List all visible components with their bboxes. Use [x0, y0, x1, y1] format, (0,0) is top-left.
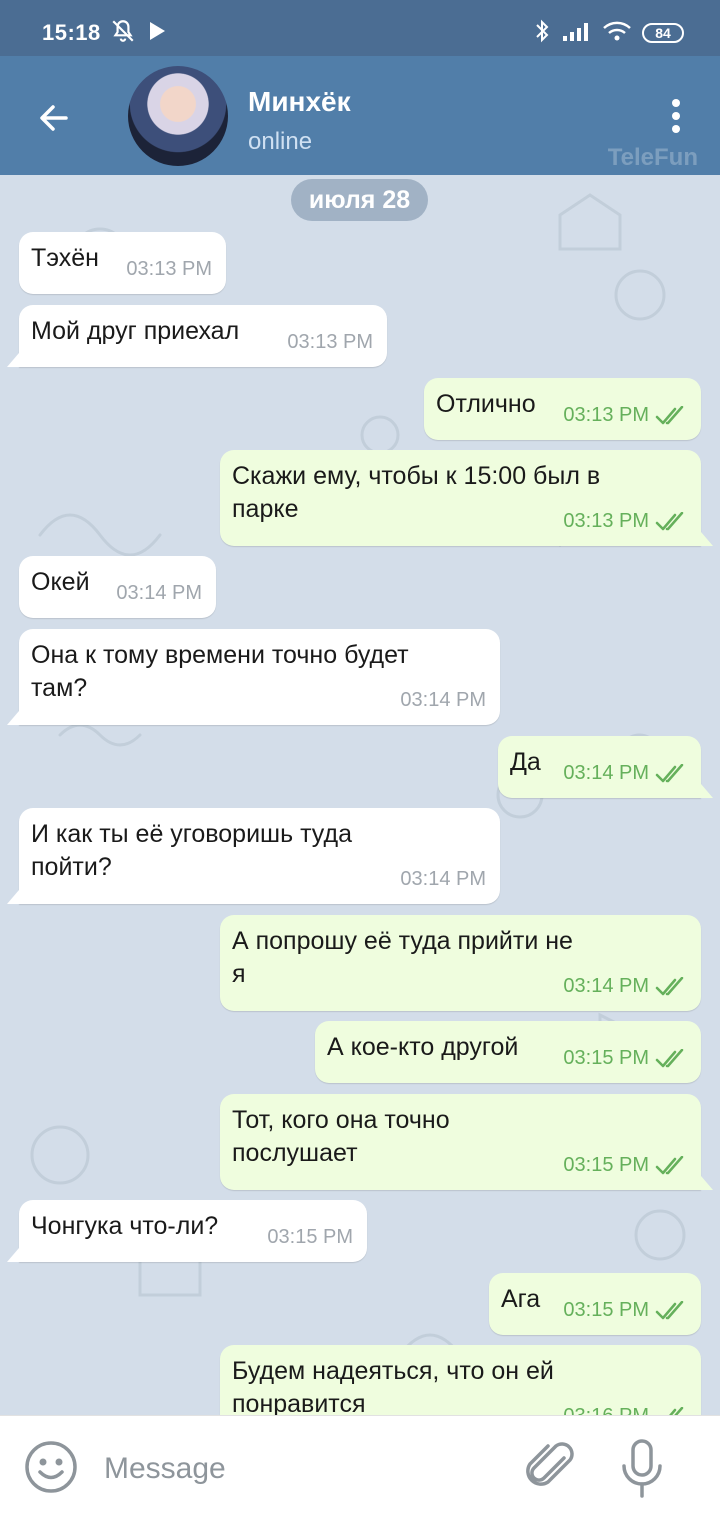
status-bar: 15:18 84 [0, 0, 720, 56]
message-text: Тэхён [31, 244, 99, 272]
message-time: 03:14 PM [563, 975, 649, 997]
message-time: 03:16 PM [563, 1400, 649, 1415]
back-button[interactable] [28, 92, 80, 144]
signal-icon [562, 20, 592, 47]
message-text: Скажи ему, чтобы к 15:00 был в парке [232, 462, 601, 523]
message-text: Отлично [436, 390, 536, 418]
more-vertical-icon [672, 99, 680, 133]
double-check-icon [655, 976, 684, 995]
message-time: 03:14 PM [400, 689, 486, 711]
message-bubble-incoming[interactable]: Мой друг приехал 03:13 PM [7, 305, 387, 367]
message-bubble-outgoing[interactable]: Тот, кого она точно послушает 03:15 PM [220, 1094, 713, 1190]
play-icon [146, 20, 168, 47]
contact-status: online [248, 128, 313, 155]
smile-icon [25, 1441, 77, 1493]
battery-indicator: 84 [642, 23, 684, 43]
double-check-icon [668, 1406, 684, 1415]
date-chip: июля 28 [291, 179, 428, 221]
message-time: 03:14 PM [400, 868, 486, 890]
chat-area[interactable]: июля 28 Тэхён 03:13 PM Мой друг приехал … [0, 175, 720, 1415]
bluetooth-icon [532, 19, 552, 48]
attach-button[interactable] [526, 1440, 580, 1496]
double-check-icon [655, 763, 684, 782]
message-time: 03:13 PM [287, 331, 373, 353]
wifi-icon [602, 20, 632, 47]
message-text: А кое-кто другой [327, 1033, 519, 1061]
message-text: И как ты её уговоришь туда пойти? [31, 820, 352, 881]
message-text: Тот, кого она точно послушает [232, 1106, 450, 1167]
message-bubble-outgoing[interactable]: Будем надеяться, что он ей понравится 03… [220, 1345, 701, 1415]
microphone-icon [622, 1439, 662, 1498]
message-text: Чонгука что-ли? [31, 1212, 219, 1240]
message-time: 03:13 PM [563, 404, 649, 426]
message-bubble-incoming[interactable]: И как ты её уговоришь туда пойти? 03:14 … [7, 808, 500, 904]
message-text: Окей [31, 568, 90, 596]
chat-header: Минхёк online TeleFun [0, 56, 720, 175]
message-bubble-outgoing[interactable]: Да 03:14 PM [498, 736, 713, 798]
message-bubble-incoming[interactable]: Окей 03:14 PM [19, 556, 216, 618]
message-input-bar: Message [0, 1415, 720, 1521]
message-bubble-incoming[interactable]: Тэхён 03:13 PM [19, 232, 226, 294]
message-time: 03:15 PM [563, 1047, 649, 1069]
message-text: Ага [501, 1285, 541, 1313]
message-bubble-outgoing[interactable]: Отлично 03:13 PM [424, 378, 701, 440]
avatar[interactable] [128, 66, 228, 166]
message-time: 03:13 PM [563, 510, 649, 532]
emoji-button[interactable] [24, 1440, 78, 1494]
arrow-left-icon [40, 105, 68, 131]
message-bubble-outgoing[interactable]: А кое-кто другой 03:15 PM [315, 1021, 701, 1083]
message-input[interactable]: Message [104, 1452, 226, 1486]
more-menu-button[interactable] [656, 96, 696, 136]
double-check-icon [655, 1048, 684, 1067]
double-check-icon [655, 405, 684, 424]
watermark: TeleFun [607, 144, 698, 171]
microphone-button[interactable] [618, 1438, 666, 1500]
message-time: 03:14 PM [116, 582, 202, 604]
status-time: 15:18 [42, 20, 101, 45]
message-time: 03:14 PM [563, 762, 649, 784]
message-bubble-outgoing[interactable]: Ага 03:15 PM [489, 1273, 701, 1335]
message-time: 03:13 PM [126, 258, 212, 280]
message-bubble-outgoing[interactable]: А попрошу её туда прийти не я 03:14 PM [220, 915, 701, 1011]
message-text: Да [510, 748, 541, 776]
message-bubble-incoming[interactable]: Она к тому времени точно будет там? 03:1… [7, 629, 500, 725]
message-text: Будем надеяться, что он ей понравится [232, 1357, 554, 1415]
double-check-icon [655, 1300, 684, 1319]
paperclip-icon [526, 1442, 574, 1486]
mute-bell-icon [110, 18, 136, 49]
message-bubble-outgoing[interactable]: Скажи ему, чтобы к 15:00 был в парке 03:… [220, 450, 713, 546]
message-time: 03:15 PM [267, 1226, 353, 1248]
message-time: 03:15 PM [563, 1299, 649, 1321]
message-bubble-incoming[interactable]: Чонгука что-ли? 03:15 PM [7, 1200, 367, 1262]
message-text: Мой друг приехал [31, 317, 240, 345]
double-check-icon [655, 511, 684, 530]
contact-name[interactable]: Минхёк [248, 86, 351, 118]
message-time: 03:15 PM [563, 1154, 649, 1176]
double-check-icon [655, 1155, 684, 1174]
message-text: Она к тому времени точно будет там? [31, 641, 409, 702]
message-text: А попрошу её туда прийти не я [232, 927, 573, 988]
